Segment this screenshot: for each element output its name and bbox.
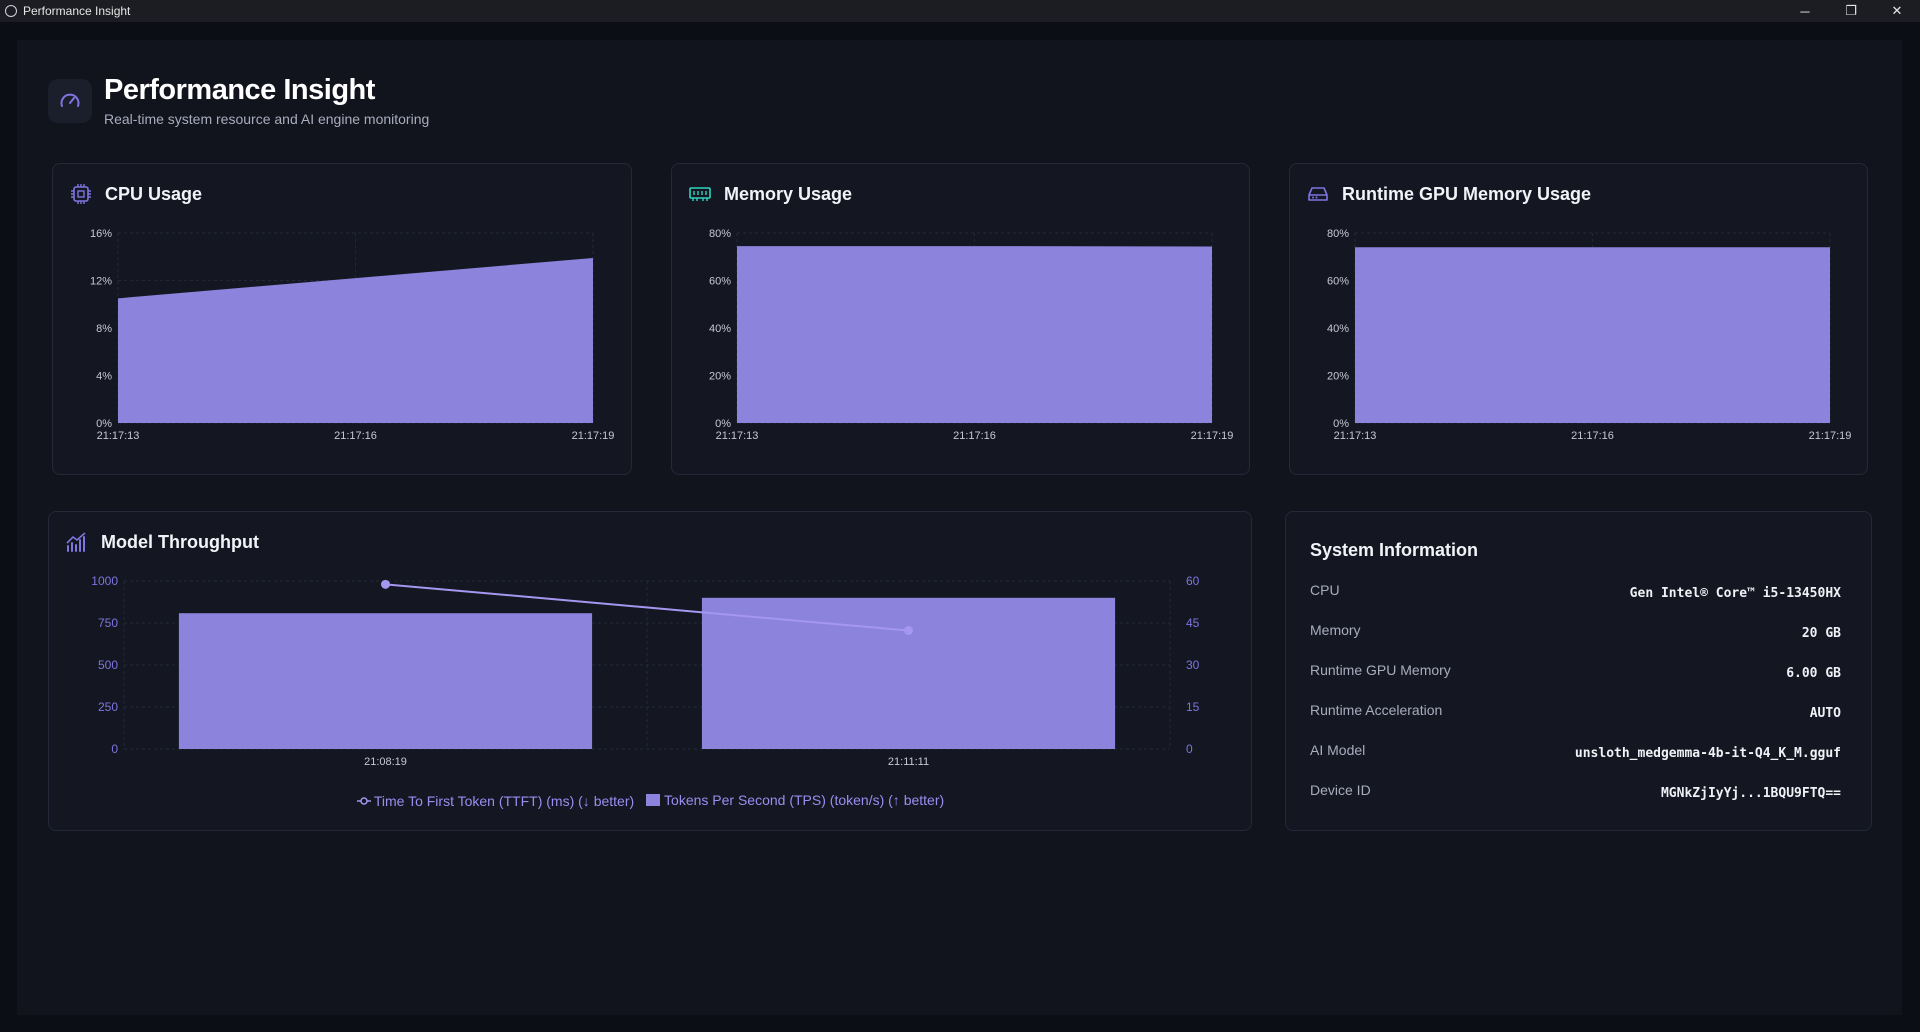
page-header: Performance Insight Real-time system res… [48,74,429,127]
legend-item-ttft[interactable]: Time To First Token (TTFT) (ms) (↓ bette… [356,793,634,809]
y-right-tick-label: 15 [1186,700,1200,714]
window-titlebar: Performance Insight ─ ❐ ✕ [0,0,1920,22]
x-tick-label: 21:17:19 [1809,430,1852,442]
model-throughput-card: Model Throughput 0 250 500 750 1000 0 15 30 45 60… [48,511,1252,831]
info-row-gpu-memory: Runtime GPU Memory 6.00 GB [1310,662,1841,702]
x-tick-label: 21:17:19 [572,430,615,442]
bar-marker-icon [646,794,661,806]
legend-label: Time To First Token (TTFT) (ms) (↓ bette… [373,793,635,809]
info-value: AUTO [1809,706,1841,721]
y-right-tick-label: 45 [1186,616,1200,630]
info-row-acceleration: Runtime Acceleration AUTO [1310,702,1841,742]
x-tick-label: 21:17:13 [1334,430,1377,442]
info-label: Runtime GPU Memory [1310,662,1451,678]
y-right-tick-label: 30 [1186,658,1200,672]
y-tick-label: 0% [1333,418,1349,430]
y-tick-label: 12% [90,276,112,288]
y-right-tick-label: 0 [1186,742,1193,756]
y-left-tick-label: 750 [98,616,118,630]
gauge-icon [48,78,92,123]
x-tick-label: 21:17:16 [953,430,996,442]
restore-button[interactable]: ❐ [1828,0,1874,22]
memory-usage-card: Memory Usage 0% 20% 40% 60% 80% 21:17:13 21:17… [671,163,1250,475]
info-label: Device ID [1310,782,1371,798]
y-left-tick-label: 1000 [91,574,118,588]
y-tick-label: 8% [96,323,112,335]
cpu-usage-card: CPU Usage 0% 4% 8% 12% 16% 21:17:13 21:17:16 21… [52,163,632,475]
line-marker-icon [356,797,371,805]
y-tick-label: 40% [1327,323,1349,335]
info-value: MGNkZjIyYj...1BQU9FTQ== [1660,786,1841,801]
gpu-memory-usage-chart: 0% 20% 40% 60% 80% 21:17:13 21:17:16 21:17:19 [1327,228,1852,442]
info-value: unsloth_medgemma-4b-it-Q4_K_M.gguf [1574,746,1841,761]
info-value: 20 GB [1801,626,1841,641]
area-series [737,246,1212,423]
y-left-tick-label: 500 [98,658,118,672]
ttft-point [381,579,390,589]
y-tick-label: 4% [96,371,112,383]
tps-bar [701,597,1116,749]
legend-item-tps[interactable]: Tokens Per Second (TPS) (token/s) (↑ bet… [646,792,944,808]
x-tick-label: 21:17:13 [97,430,140,442]
close-button[interactable]: ✕ [1874,0,1920,22]
y-tick-label: 60% [709,276,731,288]
y-left-tick-label: 0 [111,742,118,756]
y-tick-label: 60% [1327,276,1349,288]
gpu-memory-usage-card: Runtime GPU Memory Usage 0% 20% 40% 60% 80% 2… [1289,163,1868,475]
x-tick-label: 21:08:19 [364,756,407,768]
y-tick-label: 0% [715,418,731,430]
x-tick-label: 21:11:11 [888,756,929,768]
info-row-device-id: Device ID MGNkZjIyYj...1BQU9FTQ== [1310,782,1841,822]
info-row-ai-model: AI Model unsloth_medgemma-4b-it-Q4_K_M.g… [1310,742,1841,782]
app-icon [5,5,17,17]
y-tick-label: 80% [1327,228,1349,240]
chart-legend: Time To First Token (TTFT) (ms) (↓ bette… [49,792,1251,809]
page-title: Performance Insight [104,74,375,106]
system-information-card: System Information CPU Gen Intel® Core™ … [1285,511,1872,831]
memory-usage-chart: 0% 20% 40% 60% 80% 21:17:13 21:17:16 21:17:19 [709,228,1234,442]
info-row-cpu: CPU Gen Intel® Core™ i5-13450HX [1310,582,1841,622]
legend-label: Tokens Per Second (TPS) (token/s) (↑ bet… [664,792,945,808]
y-tick-label: 20% [709,371,731,383]
main-content: Performance Insight Real-time system res… [17,40,1902,1015]
y-right-tick-label: 60 [1186,574,1200,588]
y-tick-label: 80% [709,228,731,240]
y-tick-label: 20% [1327,371,1349,383]
area-series [1355,247,1830,423]
x-tick-label: 21:17:16 [334,430,377,442]
info-label: CPU [1310,582,1340,598]
x-tick-label: 21:17:13 [716,430,759,442]
info-label: Runtime Acceleration [1310,702,1443,718]
y-tick-label: 16% [90,228,112,240]
info-value: Gen Intel® Core™ i5-13450HX [1629,586,1841,601]
cpu-usage-chart: 0% 4% 8% 12% 16% 21:17:13 21:17:16 21:17:19 [90,228,615,442]
info-row-memory: Memory 20 GB [1310,622,1841,662]
page-subtitle: Real-time system resource and AI engine … [104,111,430,127]
area-series [118,257,593,423]
tps-bar [178,613,593,749]
ttft-point [904,626,913,636]
info-label: Memory [1310,622,1361,638]
model-throughput-chart: 0 250 500 750 1000 0 15 30 45 60 21:08:19 21:11:11 [91,574,1200,768]
y-tick-label: 0% [96,418,112,430]
minimize-button[interactable]: ─ [1782,0,1828,22]
info-label: AI Model [1310,742,1366,758]
window-title: Performance Insight [23,4,131,18]
x-tick-label: 21:17:16 [1571,430,1614,442]
system-information-title: System Information [1310,540,1479,560]
y-left-tick-label: 250 [98,700,118,714]
info-value: 6.00 GB [1786,666,1841,681]
x-tick-label: 21:17:19 [1191,430,1234,442]
y-tick-label: 40% [709,323,731,335]
